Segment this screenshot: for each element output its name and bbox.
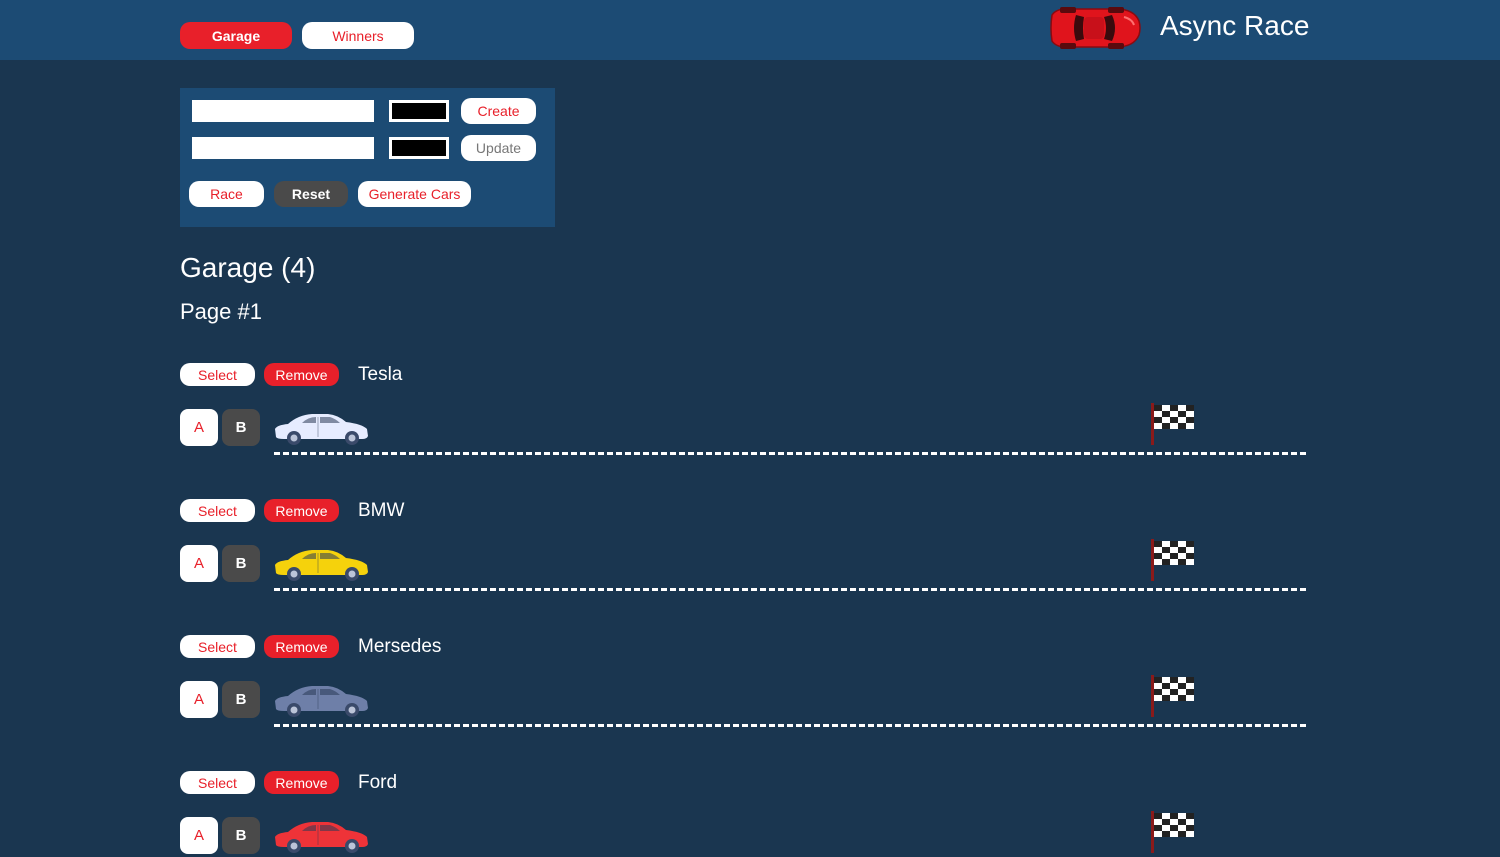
start-engine-button[interactable]: A <box>180 817 218 854</box>
car-track-bmw: Select Remove BMW A B <box>0 499 1500 629</box>
garage-title: Garage (4) <box>180 252 316 283</box>
start-engine-button[interactable]: A <box>180 545 218 582</box>
select-car-button[interactable]: Select <box>180 363 255 386</box>
track-line <box>274 452 1306 455</box>
select-car-button[interactable]: Select <box>180 635 255 658</box>
update-button[interactable]: Update <box>461 135 536 161</box>
car-name: Mersedes <box>358 636 442 657</box>
garage-nav-button[interactable]: Garage <box>180 22 292 49</box>
generate-cars-button[interactable]: Generate Cars <box>358 181 471 207</box>
car-track-tesla: Select Remove Tesla A B <box>0 363 1500 493</box>
car-name: BMW <box>358 500 405 521</box>
race-button[interactable]: Race <box>189 181 264 207</box>
page-number: Page #1 <box>180 299 262 324</box>
stop-engine-button[interactable]: B <box>222 817 260 854</box>
car-track-ford: Select Remove Ford A B <box>0 771 1500 857</box>
car-icon <box>275 414 368 445</box>
update-color-picker[interactable] <box>389 137 449 159</box>
track-line <box>274 588 1306 591</box>
winners-nav-button[interactable]: Winners <box>302 22 414 49</box>
car-icon <box>275 550 368 581</box>
car-name: Tesla <box>358 364 403 385</box>
remove-car-button[interactable]: Remove <box>264 635 339 658</box>
create-color-picker[interactable] <box>389 100 449 122</box>
remove-car-button[interactable]: Remove <box>264 499 339 522</box>
reset-button[interactable]: Reset <box>274 181 348 207</box>
start-engine-button[interactable]: A <box>180 681 218 718</box>
stop-engine-button[interactable]: B <box>222 545 260 582</box>
finish-flag-icon <box>1151 403 1194 445</box>
car-icon <box>275 822 368 853</box>
finish-flag-icon <box>1151 675 1194 717</box>
header: Garage Winners Async Race <box>0 0 1500 60</box>
car-control-panel: Create Update Race Reset Generate Cars <box>180 88 555 227</box>
start-engine-button[interactable]: A <box>180 409 218 446</box>
app-title: Async Race <box>1160 10 1310 41</box>
car-icon <box>275 686 368 717</box>
race-car-logo-icon <box>1050 7 1141 49</box>
track-line <box>274 724 1306 727</box>
car-track-mersedes: Select Remove Mersedes A B <box>0 635 1500 765</box>
select-car-button[interactable]: Select <box>180 771 255 794</box>
remove-car-button[interactable]: Remove <box>264 771 339 794</box>
create-name-input[interactable] <box>192 100 374 122</box>
remove-car-button[interactable]: Remove <box>264 363 339 386</box>
car-name: Ford <box>358 772 398 793</box>
stop-engine-button[interactable]: B <box>222 409 260 446</box>
select-car-button[interactable]: Select <box>180 499 255 522</box>
finish-flag-icon <box>1151 811 1194 853</box>
stop-engine-button[interactable]: B <box>222 681 260 718</box>
create-button[interactable]: Create <box>461 98 536 124</box>
update-name-input[interactable] <box>192 137 374 159</box>
finish-flag-icon <box>1151 539 1194 581</box>
